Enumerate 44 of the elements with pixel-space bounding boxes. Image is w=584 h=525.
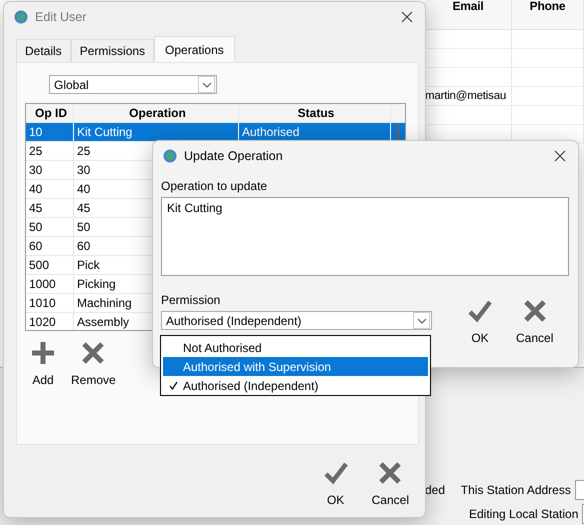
close-icon (401, 11, 413, 23)
chevron-icon (202, 82, 212, 88)
ok-button[interactable]: OK (324, 461, 348, 507)
field-label: Operation to update (161, 179, 268, 193)
ok-button[interactable]: OK (468, 299, 492, 345)
table-row[interactable]: 10 Kit Cutting Authorised (26, 123, 405, 142)
app-icon (14, 10, 28, 24)
column-header: Phone (512, 0, 584, 29)
input-field[interactable] (574, 480, 584, 500)
column-header: Operation (74, 104, 239, 122)
text-field[interactable]: Kit Cutting (161, 197, 569, 276)
field-label: Permission (161, 293, 222, 307)
field-label: This Station Address (460, 483, 571, 497)
close-button[interactable] (552, 148, 568, 164)
check-icon (324, 461, 348, 485)
window-title: Update Operation (184, 149, 284, 163)
column-header: Op ID (26, 104, 74, 122)
check-icon (168, 381, 178, 390)
tab[interactable]: Details (16, 39, 71, 62)
close-icon (378, 461, 402, 485)
cancel-button[interactable]: Cancel (372, 461, 409, 507)
close-icon (522, 299, 547, 323)
plus-icon (31, 341, 55, 365)
add-button[interactable]: Add (31, 341, 55, 387)
field-label: Editing Local Station (469, 507, 578, 521)
permission-dropdown[interactable]: Authorised (Independent) (161, 311, 432, 330)
dropdown-option[interactable]: Not Authorised (163, 338, 428, 357)
chevron-icon (416, 318, 426, 324)
scrollbar[interactable] (397, 124, 399, 140)
dropdown-option[interactable]: Authorised with Supervision (163, 357, 428, 376)
window-title: Edit User (35, 10, 88, 24)
remove-button[interactable]: Remove (71, 341, 116, 387)
column-header: Status (239, 104, 391, 122)
app-icon (163, 149, 177, 163)
status-text: ded (425, 483, 446, 497)
close-button[interactable] (399, 9, 415, 25)
tab[interactable]: Permissions (70, 39, 154, 62)
dropdown-option[interactable]: Authorised (Independent) (163, 376, 428, 395)
close-icon (81, 341, 106, 365)
check-icon (468, 299, 492, 323)
tab[interactable]: Operations (154, 36, 235, 62)
close-icon (554, 150, 566, 162)
cancel-button[interactable]: Cancel (516, 299, 554, 345)
scope-dropdown[interactable]: Global (49, 75, 217, 94)
